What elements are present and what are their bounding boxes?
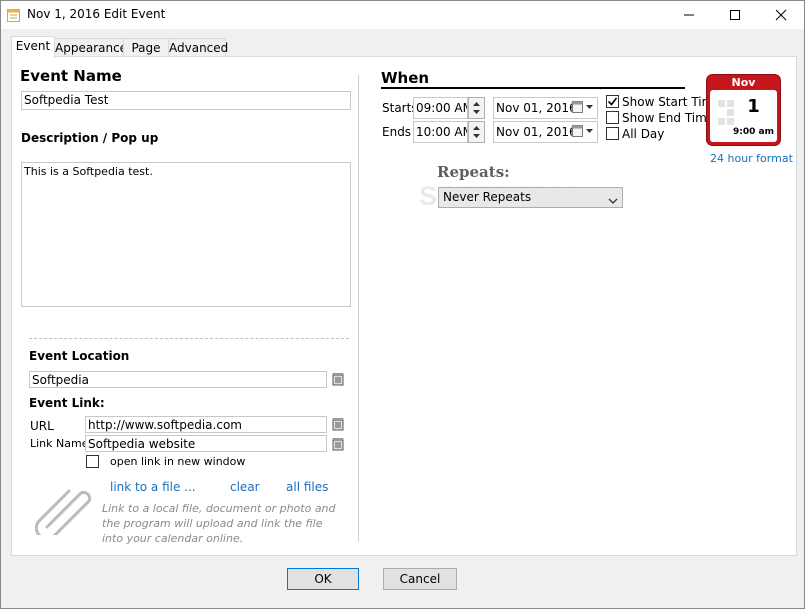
event-location-label: Event Location xyxy=(29,349,130,363)
minimize-icon xyxy=(684,14,694,16)
app-icon xyxy=(7,8,20,22)
start-time-spinner[interactable] xyxy=(468,97,485,119)
tab-advanced[interactable]: Advanced xyxy=(168,38,228,57)
minimize-button[interactable] xyxy=(666,1,712,29)
event-name-label: Event Name xyxy=(20,67,122,85)
maximize-icon xyxy=(730,10,740,20)
all-files-link[interactable]: all files xyxy=(286,480,328,494)
url-label: URL xyxy=(30,419,54,433)
ok-button[interactable]: OK xyxy=(287,568,359,590)
show-start-time-checkbox[interactable] xyxy=(606,95,619,108)
ends-label: Ends xyxy=(382,125,412,139)
start-date-calendar-dropdown-icon[interactable] xyxy=(572,101,594,117)
when-underline xyxy=(381,87,685,89)
repeats-select[interactable]: Never Repeats xyxy=(438,187,623,208)
file-hint-text: Link to a local file, document or photo … xyxy=(102,502,336,545)
edit-event-window: Nov 1, 2016 Edit Event Event Appearance … xyxy=(0,0,805,609)
clear-url-trash-icon[interactable] xyxy=(332,417,344,431)
open-new-window-label: open link in new window xyxy=(110,455,246,468)
link-name-input[interactable]: Softpedia website xyxy=(85,435,327,452)
title-bar: Nov 1, 2016 Edit Event xyxy=(1,1,804,29)
all-day-label: All Day xyxy=(622,127,665,141)
url-input[interactable]: http://www.softpedia.com xyxy=(85,416,327,433)
tab-event[interactable]: Event xyxy=(11,36,55,58)
event-location-input[interactable]: Softpedia xyxy=(29,371,327,388)
end-date-calendar-dropdown-icon[interactable] xyxy=(572,125,594,141)
clear-link-name-trash-icon[interactable] xyxy=(332,437,344,451)
badge-time: 9:00 am xyxy=(733,127,774,137)
repeats-label: Repeats: xyxy=(437,163,510,181)
start-time-input[interactable]: 09:00 AM xyxy=(413,97,468,119)
cancel-button[interactable]: Cancel xyxy=(383,568,457,590)
description-textarea[interactable]: This is a Softpedia test. xyxy=(21,162,351,307)
close-button[interactable] xyxy=(758,1,804,29)
link-name-label: Link Name xyxy=(30,437,89,450)
clear-link[interactable]: clear xyxy=(230,480,260,494)
badge-day: 1 xyxy=(747,96,760,117)
event-name-input[interactable]: Softpedia Test xyxy=(21,91,351,110)
when-title: When xyxy=(381,69,430,87)
24-hour-format-link[interactable]: 24 hour format xyxy=(710,152,793,165)
description-label: Description / Pop up xyxy=(21,131,159,145)
section-divider xyxy=(29,338,349,339)
show-end-time-checkbox[interactable] xyxy=(606,111,619,124)
column-divider xyxy=(358,75,359,542)
end-time-spinner[interactable] xyxy=(468,121,485,143)
tab-appearance[interactable]: Appearance xyxy=(54,38,127,57)
badge-month: Nov xyxy=(731,76,756,89)
window-title: Nov 1, 2016 Edit Event xyxy=(27,7,166,21)
clear-location-trash-icon[interactable] xyxy=(332,372,344,386)
end-time-input[interactable]: 10:00 AM xyxy=(413,121,468,143)
link-to-file-link[interactable]: link to a file ... xyxy=(110,480,196,494)
maximize-button[interactable] xyxy=(712,1,758,29)
close-icon xyxy=(775,9,787,21)
paperclip-icon xyxy=(33,483,95,541)
event-link-label: Event Link: xyxy=(29,396,105,410)
open-new-window-checkbox[interactable] xyxy=(86,455,99,468)
chevron-down-icon xyxy=(608,194,618,208)
tab-page[interactable]: Page xyxy=(123,38,169,57)
all-day-checkbox[interactable] xyxy=(606,127,619,140)
show-end-time-label: Show End Time xyxy=(622,111,715,125)
checkmark-icon xyxy=(607,97,618,106)
calendar-badge: Nov 1 9:00 am xyxy=(706,74,781,146)
